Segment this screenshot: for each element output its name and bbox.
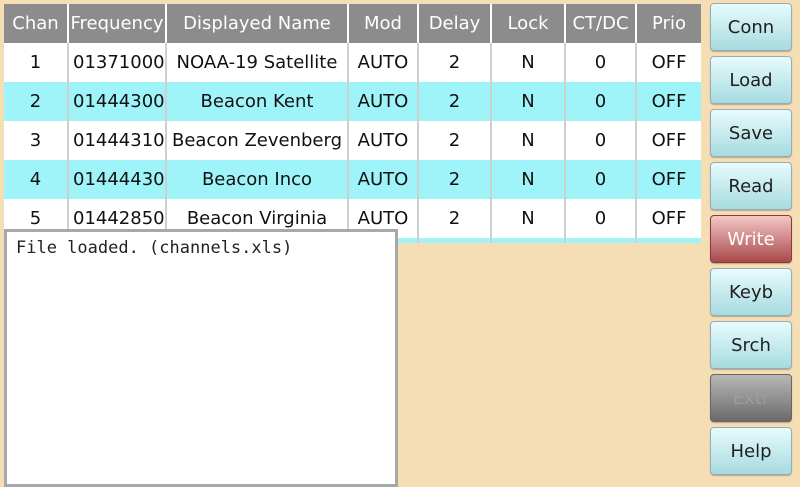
keyb-button[interactable]: Keyb (710, 268, 792, 316)
cell-delay[interactable]: 2 (418, 43, 492, 82)
cell-displayed-name[interactable]: NOAA-19 Satellite (166, 43, 349, 82)
log-message: File loaded. (channels.xls) (16, 238, 293, 258)
table-header-row: Chan Frequency Displayed Name Mod Delay … (4, 4, 701, 43)
cell-chan[interactable]: 4 (4, 160, 69, 199)
cell-ctdc[interactable]: 0 (565, 82, 637, 121)
cell-lock[interactable]: N (491, 121, 566, 160)
cell-lock[interactable]: N (491, 43, 566, 82)
column-header-displayed-name[interactable]: Displayed Name (166, 4, 349, 43)
cell-frequency[interactable]: 01371000 (68, 43, 167, 82)
conn-button[interactable]: Conn (710, 3, 792, 51)
cell-mod[interactable]: AUTO (348, 43, 419, 82)
cell-mod[interactable]: AUTO (348, 160, 419, 199)
cell-prio[interactable]: OFF (636, 82, 701, 121)
table-row[interactable]: 2 01444300 Beacon Kent AUTO 2 N 0 OFF (4, 82, 701, 121)
column-header-delay[interactable]: Delay (418, 4, 492, 43)
cell-lock[interactable]: N (491, 199, 566, 238)
cell-mod[interactable]: AUTO (348, 121, 419, 160)
column-header-frequency[interactable]: Frequency (68, 4, 167, 43)
cell-displayed-name[interactable]: Beacon Inco (166, 160, 349, 199)
save-button[interactable]: Save (710, 109, 792, 157)
cell-ctdc[interactable]: 0 (565, 121, 637, 160)
cell-displayed-name[interactable]: Beacon Zevenberg (166, 121, 349, 160)
cell-prio[interactable]: OFF (636, 43, 701, 82)
write-button[interactable]: Write (710, 215, 792, 263)
cell-chan[interactable]: 3 (4, 121, 69, 160)
extr-button: Extr (710, 374, 792, 422)
cell-delay[interactable]: 2 (418, 82, 492, 121)
cell-frequency[interactable]: 01444300 (68, 82, 167, 121)
column-header-chan[interactable]: Chan (4, 4, 69, 43)
cell-prio[interactable]: OFF (636, 199, 701, 238)
cell-delay[interactable]: 2 (418, 199, 492, 238)
cell-frequency[interactable]: 01444430 (68, 160, 167, 199)
column-header-lock[interactable]: Lock (491, 4, 566, 43)
cell-ctdc[interactable]: 0 (565, 43, 637, 82)
cell-chan[interactable]: 2 (4, 82, 69, 121)
cell-lock[interactable]: N (491, 160, 566, 199)
cell-ctdc[interactable] (565, 238, 637, 243)
srch-button[interactable]: Srch (710, 321, 792, 369)
cell-frequency[interactable]: 01444310 (68, 121, 167, 160)
table-row[interactable]: 4 01444430 Beacon Inco AUTO 2 N 0 OFF (4, 160, 701, 199)
cell-chan[interactable]: 1 (4, 43, 69, 82)
load-button[interactable]: Load (710, 56, 792, 104)
cell-prio[interactable]: OFF (636, 160, 701, 199)
channel-table-panel: Chan Frequency Displayed Name Mod Delay … (4, 4, 701, 243)
column-header-ctdc[interactable]: CT/DC (565, 4, 637, 43)
table-row[interactable]: 1 01371000 NOAA-19 Satellite AUTO 2 N 0 … (4, 43, 701, 82)
cell-prio[interactable]: OFF (636, 121, 701, 160)
log-output-area[interactable]: File loaded. (channels.xls) (4, 229, 398, 487)
cell-displayed-name[interactable]: Beacon Kent (166, 82, 349, 121)
cell-mod[interactable]: AUTO (348, 82, 419, 121)
cell-delay[interactable]: 2 (418, 121, 492, 160)
cell-lock[interactable] (491, 238, 566, 243)
read-button[interactable]: Read (710, 162, 792, 210)
table-row[interactable]: 3 01444310 Beacon Zevenberg AUTO 2 N 0 O… (4, 121, 701, 160)
cell-ctdc[interactable]: 0 (565, 160, 637, 199)
cell-lock[interactable]: N (491, 82, 566, 121)
column-header-prio[interactable]: Prio (636, 4, 701, 43)
column-header-mod[interactable]: Mod (348, 4, 419, 43)
cell-ctdc[interactable]: 0 (565, 199, 637, 238)
cell-delay[interactable]: 2 (418, 160, 492, 199)
cell-delay[interactable] (418, 238, 492, 243)
channel-table: Chan Frequency Displayed Name Mod Delay … (4, 4, 701, 243)
cell-prio[interactable] (636, 238, 701, 243)
help-button[interactable]: Help (710, 427, 792, 475)
